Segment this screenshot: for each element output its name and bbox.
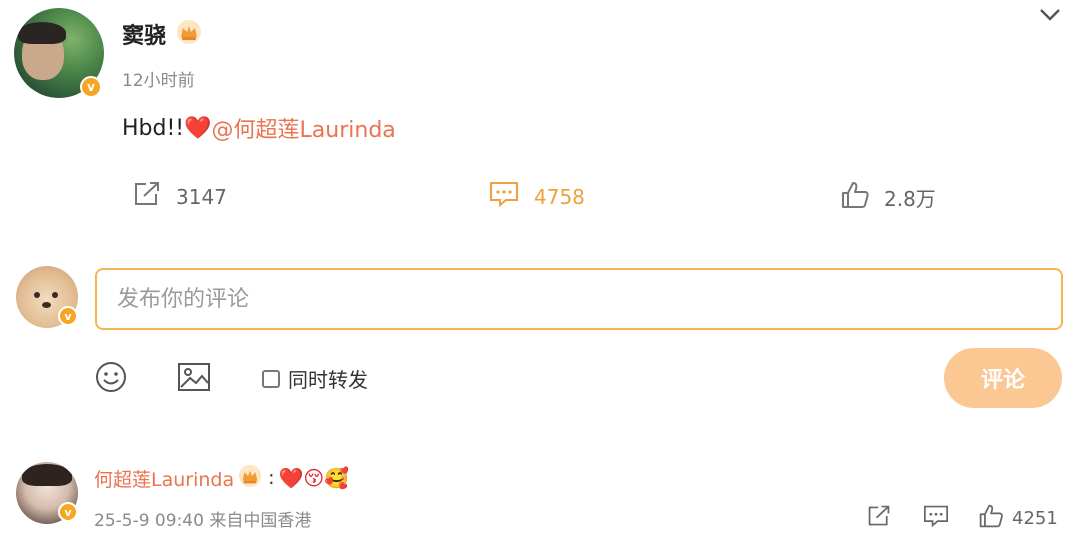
reply-emojis: ❤️😚🥰 (278, 466, 350, 490)
reply-meta: 25-5-9 09:40 来自中国香港 (94, 511, 312, 531)
image-icon[interactable] (177, 361, 211, 397)
comment-input-box[interactable] (95, 268, 1063, 330)
thumbs-up-icon (840, 180, 870, 215)
like-count: 2.8万 (884, 187, 936, 211)
reply-like-count: 4251 (1012, 508, 1058, 529)
mention-link[interactable]: @何超莲Laurinda (212, 112, 396, 144)
comment-icon (488, 180, 520, 213)
post-time: 12小时前 (122, 71, 195, 91)
emoji-icon[interactable] (94, 360, 128, 398)
heart-emoji: ❤️ (184, 115, 212, 141)
repost-icon (132, 180, 162, 213)
reply-header: 何超莲Laurinda : ❤️😚🥰 (94, 464, 349, 492)
also-repost-label: 同时转发 (288, 368, 368, 392)
reply-separator: : (268, 467, 275, 489)
comment-count: 4758 (534, 184, 585, 209)
post-text: Hbd!! (122, 115, 185, 141)
reply-author-name[interactable]: 何超莲Laurinda (94, 465, 234, 492)
reply-like-button[interactable]: 4251 (978, 503, 1058, 534)
like-button[interactable]: 2.8万 (840, 180, 936, 215)
vip-crown-icon (238, 464, 262, 492)
reply-comment-icon[interactable] (922, 504, 950, 532)
also-repost-option[interactable]: 同时转发 (262, 364, 368, 393)
thumbs-up-icon (978, 503, 1004, 534)
also-repost-checkbox[interactable] (262, 369, 280, 388)
reply-repost-icon[interactable] (866, 504, 892, 532)
comment-input[interactable] (115, 285, 1061, 313)
comment-button[interactable]: 4758 (488, 180, 585, 213)
repost-count: 3147 (176, 184, 227, 209)
verified-badge-icon: v (58, 306, 78, 326)
submit-comment-button[interactable]: 评论 (944, 348, 1062, 408)
post-content: Hbd!! ❤️ @何超莲Laurinda (122, 112, 396, 144)
verified-badge-icon: v (58, 502, 78, 522)
chevron-down-icon[interactable] (1038, 6, 1062, 28)
vip-crown-icon (176, 19, 202, 49)
repost-button[interactable]: 3147 (132, 180, 227, 213)
verified-badge-icon: v (80, 76, 102, 98)
author-name[interactable]: 窦骁 (122, 18, 166, 50)
